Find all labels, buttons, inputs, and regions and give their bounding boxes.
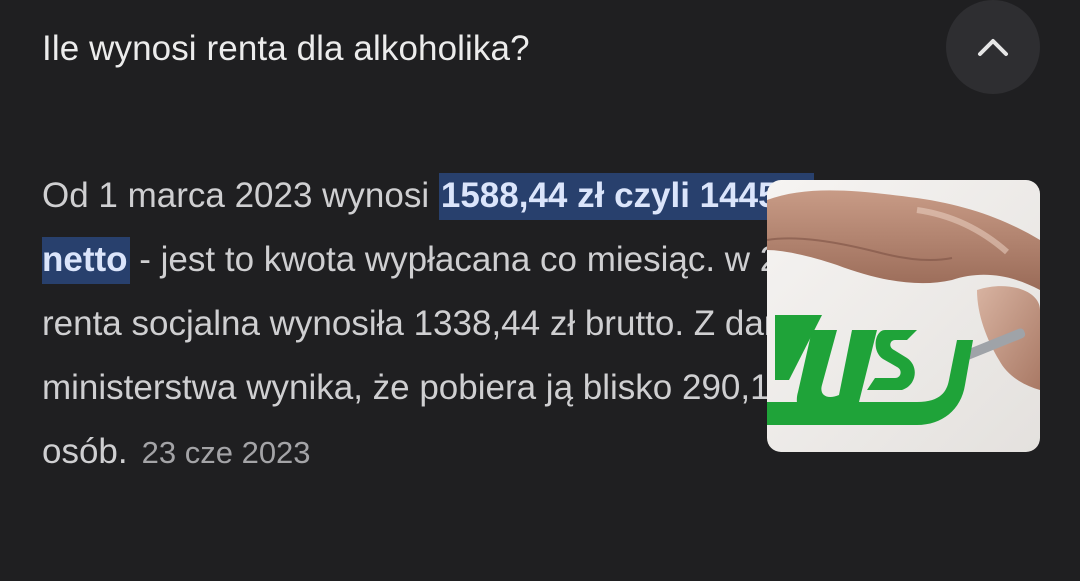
result-thumbnail[interactable] (767, 180, 1040, 452)
question-title[interactable]: Ile wynosi renta dla alkoholika? (42, 24, 530, 74)
chevron-up-icon (976, 36, 1010, 58)
collapse-button[interactable] (946, 0, 1040, 94)
zus-logo-image (767, 180, 1040, 452)
answer-snippet: Od 1 marca 2023 wynosi 1588,44 zł czyli … (42, 164, 892, 485)
answer-date: 23 cze 2023 (141, 435, 311, 470)
answer-text-before: Od 1 marca 2023 wynosi (42, 176, 439, 215)
